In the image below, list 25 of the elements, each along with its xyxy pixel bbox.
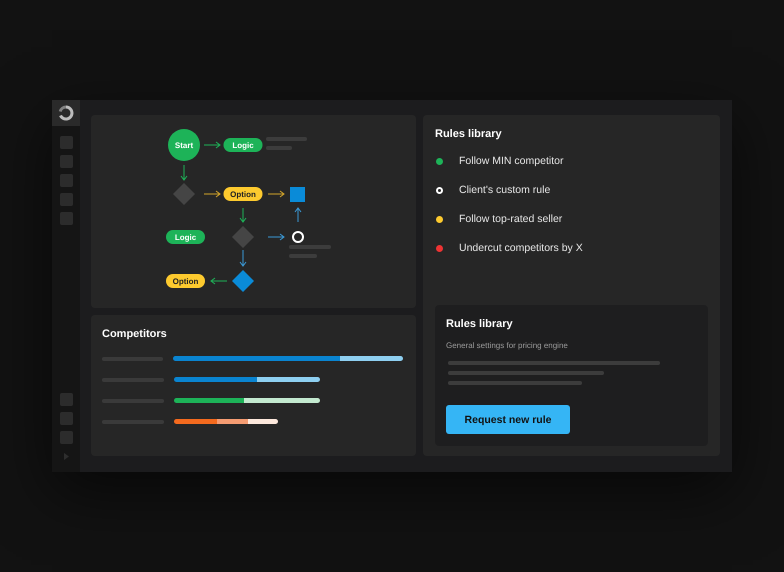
arrow	[210, 278, 228, 284]
card-title: Rules library	[446, 318, 514, 330]
flow-pill: Option	[224, 187, 262, 201]
flow-pill: Option	[166, 274, 205, 288]
start-node: Start	[168, 129, 200, 161]
arrow	[204, 142, 221, 148]
arrow	[240, 250, 246, 267]
rule-label: Undercut competitors by X	[459, 242, 583, 254]
arrow	[180, 164, 188, 181]
flow-pill: Logic	[224, 138, 262, 152]
arrow	[204, 190, 221, 198]
rule-label: Client's custom rule	[459, 184, 550, 196]
logo-icon[interactable]	[52, 100, 80, 126]
request-rule-button[interactable]: Request new rule	[446, 405, 570, 434]
rule-label: Follow top-rated seller	[459, 213, 562, 225]
card-subtitle: General settings for pricing engine	[446, 341, 569, 350]
play-icon[interactable]	[64, 453, 68, 460]
arrow	[240, 208, 246, 223]
arrow	[268, 190, 285, 198]
rule-label: Follow MIN competitor	[459, 155, 564, 167]
flow-pill: Logic	[166, 230, 205, 244]
arrow	[294, 207, 302, 222]
panel-title: Competitors	[102, 328, 168, 340]
arrow	[268, 234, 285, 240]
panel-title: Rules library	[435, 128, 503, 140]
